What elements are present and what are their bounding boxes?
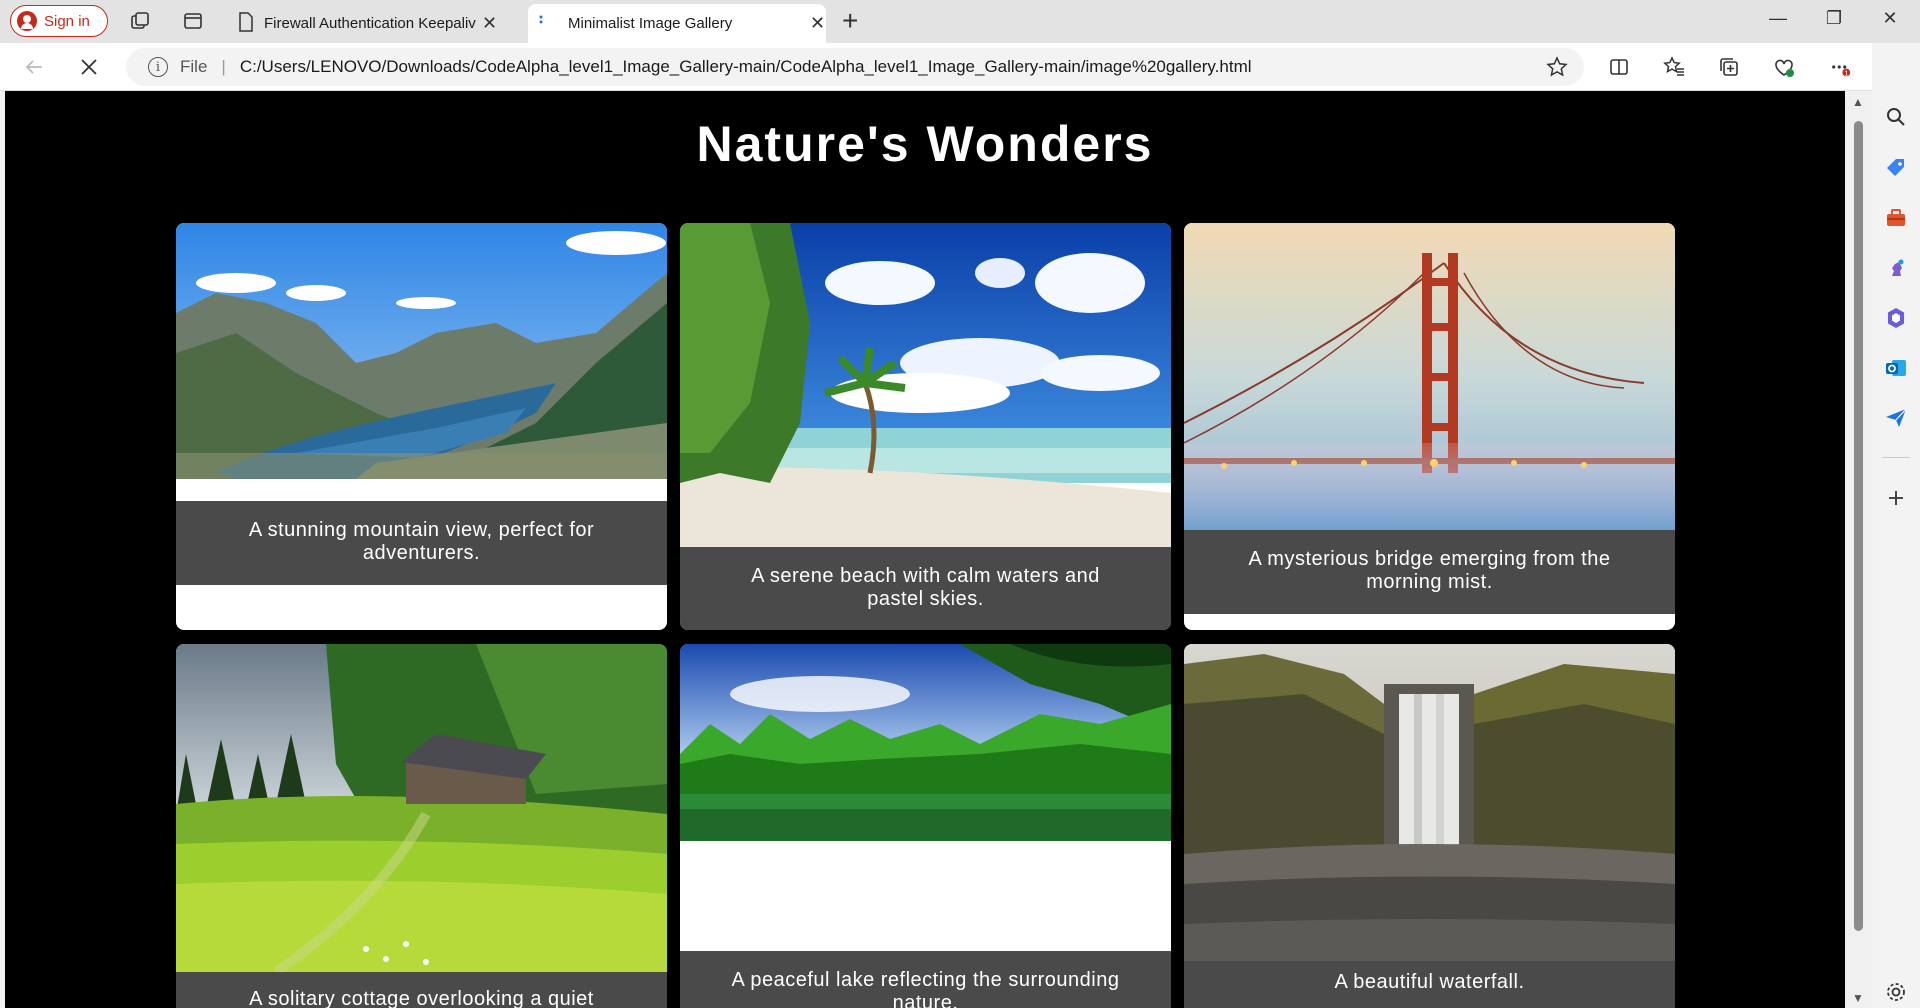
stop-loading-icon[interactable] [75, 53, 103, 81]
gallery-caption: A stunning mountain view, perfect for ad… [176, 501, 667, 585]
gallery-image-waterfall[interactable] [1184, 644, 1675, 961]
sign-in-button[interactable]: Sign in [10, 5, 108, 37]
profile-icon [17, 11, 37, 31]
browser-toolbar: i File | C:/Users/LENOVO/Downloads/CodeA… [0, 43, 1920, 91]
scheme-label: File [180, 57, 208, 76]
settings-more-icon[interactable]: 1 [1826, 53, 1854, 81]
collections-icon[interactable] [1715, 53, 1743, 81]
restore-icon[interactable]: ❐ [1814, 8, 1854, 29]
edge-sidebar [1872, 43, 1920, 1008]
tab-title: Minimalist Image Gallery [568, 15, 733, 32]
sign-in-label: Sign in [44, 12, 90, 30]
close-window-icon[interactable]: ✕ [1870, 8, 1910, 29]
scroll-up-icon[interactable]: ▲ [1852, 95, 1864, 109]
send-icon[interactable] [1884, 406, 1908, 430]
browser-window: Sign in Firewall Authentication Keepaliv… [0, 0, 1920, 1008]
gallery-card[interactable]: A stunning mountain view, perfect for ad… [176, 223, 667, 630]
search-icon[interactable] [1884, 105, 1908, 129]
gear-icon[interactable] [1884, 980, 1908, 1004]
minimize-icon[interactable]: — [1758, 8, 1798, 29]
gallery-caption: A serene beach with calm waters and past… [680, 547, 1171, 630]
gallery-card[interactable]: A peaceful lake reflecting the surroundi… [680, 644, 1171, 1008]
shopping-tag-icon[interactable] [1884, 156, 1908, 180]
page-viewport: Nature's Wonders A stunning mountain vie… [5, 91, 1845, 1008]
browser-essentials-icon[interactable] [1770, 53, 1798, 81]
gallery-caption: A peaceful lake reflecting the surroundi… [680, 951, 1171, 1008]
gallery-image-beach[interactable] [680, 223, 1171, 547]
tools-icon[interactable] [1884, 206, 1908, 230]
gallery-card[interactable]: A beautiful waterfall. [1184, 644, 1675, 1008]
gallery-caption: A beautiful waterfall. [1184, 961, 1675, 1008]
info-icon[interactable]: i [148, 57, 168, 77]
back-icon[interactable] [20, 53, 48, 81]
page-title: Nature's Wonders [696, 116, 1154, 172]
gallery-card[interactable]: A mysterious bridge emerging from the mo… [1184, 223, 1675, 630]
tab-gallery[interactable]: Minimalist Image Gallery ✕ [528, 4, 826, 43]
workspaces-icon[interactable] [129, 10, 151, 32]
gallery-image-lake[interactable] [680, 644, 1171, 841]
gallery-card[interactable]: A serene beach with calm waters and past… [680, 223, 1171, 630]
close-tab-icon[interactable]: ✕ [482, 13, 497, 34]
new-tab-button[interactable]: + [842, 6, 858, 36]
gallery-image-bridge[interactable] [1184, 223, 1675, 530]
close-tab-icon[interactable]: ✕ [810, 13, 825, 34]
scroll-down-icon[interactable]: ▼ [1852, 991, 1864, 1005]
favorite-star-icon[interactable] [1546, 56, 1568, 83]
address-bar[interactable]: i File | C:/Users/LENOVO/Downloads/CodeA… [126, 48, 1584, 86]
url-text[interactable]: C:/Users/LENOVO/Downloads/CodeAlpha_leve… [240, 57, 1252, 77]
gallery-caption: A solitary cottage overlooking a quiet [176, 972, 667, 1008]
microsoft-365-icon[interactable] [1884, 306, 1908, 330]
notification-badge: 1 [1844, 70, 1848, 77]
sidebar-divider [1882, 457, 1910, 458]
favorites-icon[interactable] [1660, 53, 1688, 81]
page-icon [238, 11, 254, 36]
page-scrollbar[interactable]: ▲ ▼ [1845, 91, 1872, 1008]
gallery-image-cabin[interactable] [176, 644, 667, 972]
loading-icon [538, 15, 548, 33]
scrollbar-thumb[interactable] [1854, 121, 1863, 931]
gallery-caption: A mysterious bridge emerging from the mo… [1184, 530, 1675, 614]
tab-actions-icon[interactable] [182, 10, 204, 32]
tab-firewall[interactable]: Firewall Authentication Keepalive ✕ [238, 4, 522, 43]
add-icon[interactable] [1884, 486, 1908, 510]
tab-title: Firewall Authentication Keepalive [264, 15, 476, 32]
gallery-image-mountain[interactable] [176, 223, 667, 479]
separator: | [221, 57, 226, 76]
outlook-icon[interactable] [1884, 356, 1908, 380]
gallery-card[interactable]: A solitary cottage overlooking a quiet [176, 644, 667, 1008]
tab-strip: Sign in Firewall Authentication Keepaliv… [0, 0, 1920, 43]
games-icon[interactable] [1884, 256, 1908, 280]
split-screen-icon[interactable] [1605, 53, 1633, 81]
